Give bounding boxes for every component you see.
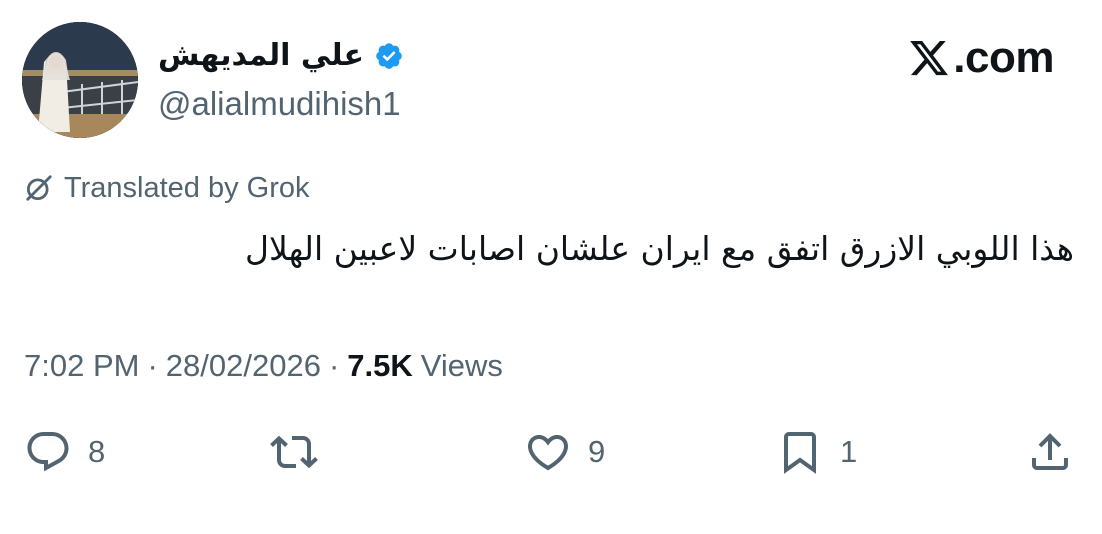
views-count: 7.5K — [347, 348, 413, 383]
brand-text: .com — [953, 33, 1054, 82]
x-logo-icon — [910, 40, 949, 76]
translation-note: Translated by Grok — [24, 168, 310, 208]
verified-badge-icon — [376, 43, 402, 69]
action-bar: 8 9 1 — [0, 420, 1102, 484]
views-label: Views — [420, 348, 503, 383]
reply-icon — [27, 432, 69, 472]
retweet-button[interactable] — [270, 420, 334, 484]
tweet-date[interactable]: 28/02/2026 — [166, 348, 321, 384]
translated-by-label: Translated by Grok — [64, 171, 310, 204]
share-icon — [1032, 433, 1068, 470]
reply-button[interactable]: 8 — [24, 420, 105, 484]
share-button[interactable] — [1026, 420, 1074, 484]
heart-icon — [527, 435, 569, 471]
retweet-icon — [270, 435, 318, 469]
display-name[interactable]: علي المديهش — [158, 34, 364, 78]
tweet-card: علي المديهش @alialmudihish1 .com Transla… — [0, 0, 1102, 534]
tweet-text: هذا اللوبي الازرق اتفق مع ايران علشان اص… — [245, 229, 1074, 268]
like-button[interactable]: 9 — [524, 420, 605, 484]
tweet-meta: 7:02 PM · 28/02/2026 · 7.5K Views — [24, 344, 503, 388]
meta-separator: · — [328, 348, 340, 383]
meta-separator: · — [147, 348, 158, 383]
bookmark-count: 1 — [840, 434, 858, 469]
bookmark-icon — [784, 432, 816, 474]
like-count: 9 — [588, 434, 606, 469]
brand-watermark: .com — [907, 30, 1054, 86]
author-name-row[interactable]: علي المديهش — [158, 34, 404, 78]
avatar-photo — [22, 22, 138, 138]
avatar[interactable] — [22, 22, 138, 138]
tweet-time[interactable]: 7:02 PM — [24, 348, 139, 384]
grok-icon — [26, 175, 52, 201]
bookmark-button[interactable]: 1 — [776, 420, 857, 484]
author-handle[interactable]: @alialmudihish1 — [158, 84, 401, 124]
reply-count: 8 — [88, 434, 106, 469]
